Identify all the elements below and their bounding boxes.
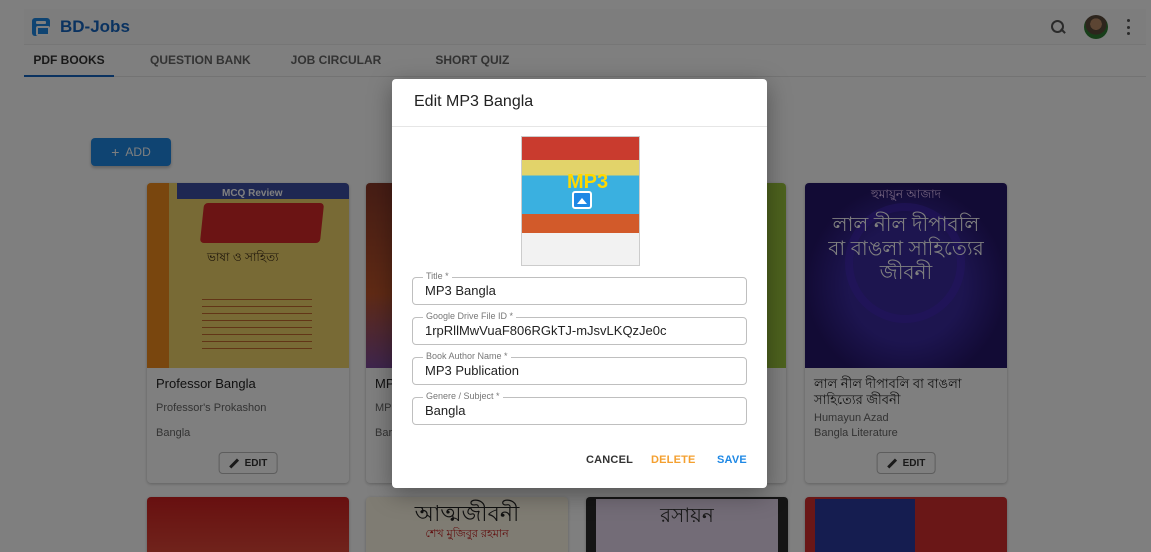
drive-file-id-field[interactable]: Google Drive File ID * bbox=[412, 311, 747, 345]
author-name-input[interactable] bbox=[425, 363, 735, 378]
author-name-label: Book Author Name * bbox=[423, 351, 511, 362]
subject-input[interactable] bbox=[425, 403, 735, 418]
delete-button[interactable]: DELETE bbox=[651, 454, 696, 466]
subject-label: Genere / Subject * bbox=[423, 391, 503, 402]
subject-field[interactable]: Genere / Subject * bbox=[412, 391, 747, 425]
cancel-button[interactable]: CANCEL bbox=[586, 454, 633, 466]
title-field-label: Title * bbox=[423, 271, 452, 282]
author-name-field[interactable]: Book Author Name * bbox=[412, 351, 747, 385]
drive-file-id-label: Google Drive File ID * bbox=[423, 311, 517, 322]
dialog-title: Edit MP3 Bangla bbox=[414, 93, 534, 110]
dialog-divider bbox=[392, 126, 767, 127]
drive-file-id-input[interactable] bbox=[425, 323, 735, 338]
book-cover-thumbnail[interactable]: MP3 bbox=[521, 136, 640, 266]
dialog-actions: CANCEL DELETE SAVE bbox=[392, 450, 767, 488]
title-input[interactable] bbox=[425, 283, 735, 298]
title-field[interactable]: Title * bbox=[412, 271, 747, 305]
edit-book-dialog: Edit MP3 Bangla MP3 Title * Google Drive… bbox=[392, 79, 767, 488]
save-button[interactable]: SAVE bbox=[717, 454, 747, 466]
image-icon[interactable] bbox=[572, 191, 592, 209]
